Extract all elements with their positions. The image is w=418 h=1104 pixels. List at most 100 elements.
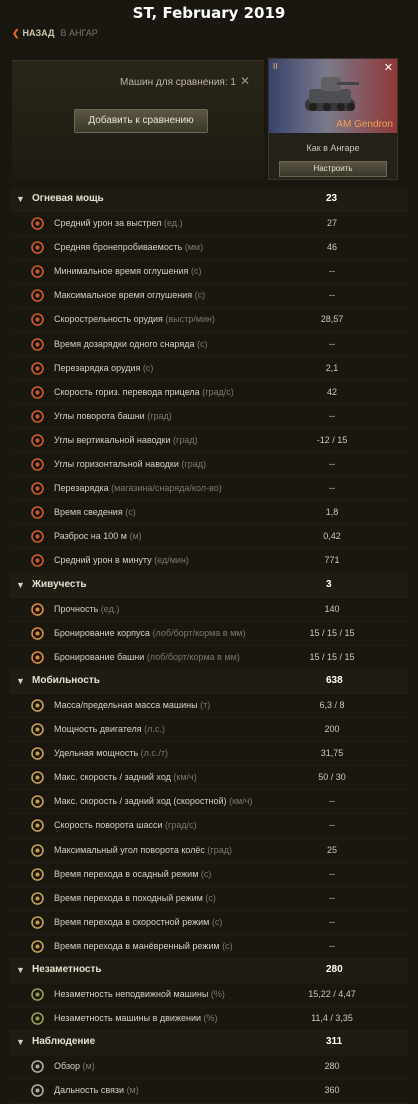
stat-unit: (град/с)	[202, 386, 234, 397]
stat-unit: (км/ч)	[229, 796, 253, 807]
turret-armor-icon	[31, 650, 44, 664]
stat-label: Незаметность неподвижной машины (%)	[54, 989, 225, 999]
stat-row: Незаметность машины в движении (%) 11,4 /…	[10, 1007, 408, 1032]
stat-row: Прочность (ед.) 140	[10, 598, 408, 622]
stat-label-text: Перезарядка	[54, 483, 109, 494]
page-title: ST, February 2019	[132, 4, 286, 22]
compare-count: Машин для сравнения: 1	[120, 77, 236, 88]
rate-of-fire-icon	[31, 313, 44, 327]
stat-unit: (м)	[82, 1061, 95, 1072]
stat-value: --	[329, 796, 335, 807]
stat-label: Скорострельность орудия (выстр/мин)	[54, 314, 215, 324]
tank-status: Как в Ангаре	[306, 143, 360, 153]
stat-row: Время перехода в манёвренный режим (с) --	[10, 935, 408, 959]
stat-label-text: Дальность связи	[54, 1085, 125, 1096]
stat-label-text: Прочность	[54, 603, 99, 614]
fast-mode-icon	[31, 916, 44, 929]
traverse-speed-icon	[31, 385, 44, 399]
wheel-angle-icon	[31, 843, 44, 857]
stat-value: 28,57	[320, 314, 344, 325]
stat-row: Бронирование корпуса (лоб/борт/корма в м…	[10, 622, 408, 646]
section-header[interactable]: ▼ Наблюдение 311	[10, 1031, 408, 1056]
camo-moving-icon	[31, 1012, 44, 1025]
stun-min-icon	[31, 265, 44, 279]
stat-row: Бронирование башни (лоб/борт/корма в мм)…	[10, 646, 408, 670]
stat-label-text: Перезарядка орудия	[54, 362, 141, 373]
stat-row: Масса/предельная масса машины (т) 6,3 / 8	[10, 694, 408, 719]
stat-unit: (лоб/борт/корма в мм)	[152, 627, 246, 638]
stat-label-text: Скорость поворота шасси	[54, 820, 163, 831]
stat-label-text: Средний урон в минуту	[54, 555, 152, 566]
stat-row: Максимальный угол поворота колёс (град) 2…	[10, 839, 408, 863]
stat-unit: (л.с./т)	[140, 748, 169, 759]
stat-label-text: Незаметность неподвижной машины	[54, 989, 209, 1000]
engine-icon	[31, 723, 44, 736]
stat-label-text: Бронирование башни	[54, 651, 145, 662]
stat-label-text: Мощность двигателя	[54, 724, 142, 735]
chevron-down-icon[interactable]: ▼	[16, 580, 25, 590]
stat-row: Время дозарядки одного снаряда (с) --	[10, 333, 408, 357]
weight-icon	[31, 699, 44, 712]
stat-row: Макс. скорость / задний ход (км/ч) 50 / 3…	[10, 766, 408, 791]
stat-value: --	[329, 266, 335, 277]
stat-value: 15 / 15 / 15	[309, 651, 355, 662]
stat-row: Перезарядка (магазина/снаряда/кол-во) --	[10, 477, 408, 502]
chevron-down-icon[interactable]: ▼	[16, 676, 25, 686]
stat-label: Разброс на 100 м (м)	[54, 531, 142, 541]
stat-unit: (выстр/мин)	[165, 314, 215, 325]
configure-button[interactable]: Настроить	[279, 161, 387, 177]
stat-unit: (с)	[197, 338, 208, 349]
stat-label: Незаметность машины в движении (%)	[54, 1013, 218, 1023]
stat-label: Перезарядка орудия (с)	[54, 363, 153, 373]
section-value: 3	[326, 578, 332, 590]
stat-row: Незаметность неподвижной машины (%) 15,22…	[10, 983, 408, 1008]
compare-panel: Машин для сравнения: 1 ✕ Добавить к срав…	[12, 60, 264, 179]
reload-icon	[31, 361, 44, 375]
stat-label-text: Время дозарядки одного снаряда	[54, 338, 195, 349]
section-header[interactable]: ▼ Живучесть 3	[10, 573, 408, 598]
stat-value: 27	[326, 218, 337, 229]
stat-value: 42	[326, 386, 337, 397]
section-header[interactable]: ▼ Незаметность 280	[10, 959, 408, 984]
stat-value: 6,3 / 8	[319, 699, 345, 710]
stat-label-text: Разброс на 100 м	[54, 531, 127, 542]
stat-label: Средний урон в минуту (ед/мин)	[54, 555, 189, 565]
stat-label: Максимальное время оглушения (с)	[54, 290, 205, 300]
section-name: Наблюдение	[32, 1036, 96, 1048]
chevron-down-icon[interactable]: ▼	[16, 965, 25, 975]
close-icon[interactable]: ✕	[240, 74, 250, 88]
section-header[interactable]: ▼ Мобильность 638	[10, 669, 408, 694]
stat-unit: (мм)	[184, 242, 204, 253]
stat-label: Масса/предельная масса машины (т)	[54, 700, 210, 710]
section-value: 638	[326, 674, 343, 686]
stat-value: --	[329, 868, 335, 879]
remove-tank-icon[interactable]: ✕	[384, 61, 393, 74]
stat-row: Перезарядка орудия (с) 2,1	[10, 357, 408, 381]
elevation-icon	[31, 434, 44, 447]
stat-row: Мощность двигателя (л.с.) 200	[10, 718, 408, 743]
stat-label-text: Минимальное время оглушения	[54, 266, 189, 277]
stat-row: Время перехода в походный режим (с) --	[10, 887, 408, 911]
stat-label: Дальность связи (м)	[54, 1085, 139, 1095]
breadcrumb[interactable]: В АНГАР	[60, 28, 97, 38]
stat-value: --	[329, 940, 335, 951]
chevron-down-icon[interactable]: ▼	[16, 1037, 25, 1047]
stat-label: Углы горизонтальной наводки (град)	[54, 459, 206, 469]
stat-label: Обзор (м)	[54, 1061, 95, 1071]
section-name: Живучесть	[32, 578, 87, 590]
stat-unit: (с)	[125, 507, 136, 518]
stat-row: Макс. скорость / задний ход (скоростной)…	[10, 790, 408, 815]
stat-unit: (град/с)	[165, 820, 197, 831]
stun-max-icon	[31, 289, 44, 303]
stat-value: 140	[324, 603, 340, 614]
stat-row: Скорость гориз. перевода прицела (град/с…	[10, 381, 408, 405]
add-to-compare-button[interactable]: Добавить к сравнению	[74, 109, 208, 133]
chevron-down-icon[interactable]: ▼	[16, 194, 25, 204]
stat-unit: (лоб/борт/корма в мм)	[146, 651, 240, 662]
hitpoints-icon	[31, 602, 44, 616]
damage-icon	[31, 217, 44, 230]
back-button[interactable]: ❮ НАЗАД В АНГАР	[12, 28, 98, 39]
stat-unit: (м)	[129, 531, 142, 542]
stat-value: --	[329, 290, 335, 301]
section-header[interactable]: ▼ Огневая мощь 23	[10, 188, 408, 213]
